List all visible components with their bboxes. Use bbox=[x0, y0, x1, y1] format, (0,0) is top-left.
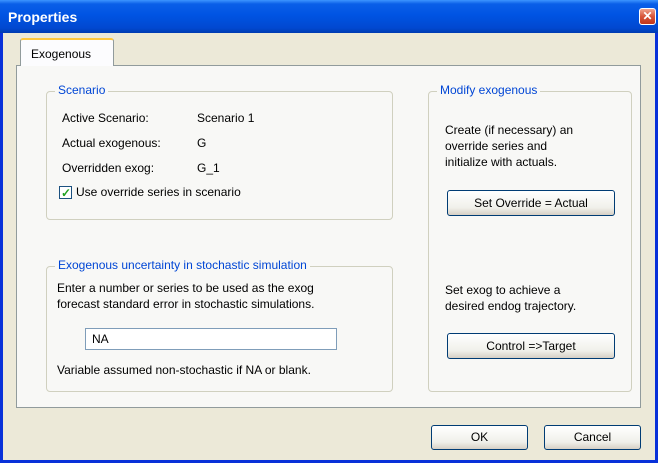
use-override-checkbox[interactable]: ✓ bbox=[59, 186, 72, 199]
scenario-group: Scenario Active Scenario: Scenario 1 Act… bbox=[46, 83, 393, 220]
set-override-button[interactable]: Set Override = Actual bbox=[447, 190, 615, 216]
properties-dialog: Properties ✕ Exogenous Scenario Active S… bbox=[0, 0, 658, 463]
set-exog-desc-line1: Set exog to achieve a bbox=[445, 283, 561, 297]
create-override-desc-line3: initialize with actuals. bbox=[445, 155, 558, 169]
checkmark-icon: ✓ bbox=[61, 186, 72, 200]
uncertainty-desc-line2: forecast standard error in stochastic si… bbox=[57, 297, 315, 311]
non-stochastic-note: Variable assumed non-stochastic if NA or… bbox=[57, 363, 311, 377]
actual-exogenous-label: Actual exogenous: bbox=[62, 136, 161, 150]
tab-panel: Scenario Active Scenario: Scenario 1 Act… bbox=[16, 65, 641, 408]
use-override-label[interactable]: Use override series in scenario bbox=[76, 185, 241, 199]
active-scenario-value: Scenario 1 bbox=[197, 111, 255, 125]
window-title: Properties bbox=[8, 9, 78, 25]
uncertainty-group: Exogenous uncertainty in stochastic simu… bbox=[46, 258, 393, 392]
control-target-button[interactable]: Control =>Target bbox=[447, 333, 615, 359]
ok-button[interactable]: OK bbox=[431, 425, 528, 450]
scenario-group-title: Scenario bbox=[55, 83, 109, 97]
overridden-exog-value: G_1 bbox=[197, 161, 220, 175]
uncertainty-desc-line1: Enter a number or series to be used as t… bbox=[57, 281, 314, 295]
overridden-exog-label: Overridden exog: bbox=[62, 161, 155, 175]
tab-exogenous[interactable]: Exogenous bbox=[20, 38, 114, 66]
modify-exogenous-title: Modify exogenous bbox=[437, 83, 541, 97]
title-bar: Properties ✕ bbox=[0, 0, 658, 33]
cancel-button[interactable]: Cancel bbox=[544, 425, 641, 450]
active-scenario-label: Active Scenario: bbox=[62, 111, 149, 125]
std-error-input[interactable]: NA bbox=[85, 328, 337, 350]
create-override-desc-line2: override series and bbox=[445, 139, 548, 153]
close-icon: ✕ bbox=[642, 9, 653, 23]
set-exog-desc-line2: desired endog trajectory. bbox=[445, 299, 577, 313]
actual-exogenous-value: G bbox=[197, 136, 207, 150]
create-override-desc-line1: Create (if necessary) an bbox=[445, 123, 574, 137]
modify-exogenous-group: Modify exogenous Create (if necessary) a… bbox=[428, 83, 632, 392]
uncertainty-group-title: Exogenous uncertainty in stochastic simu… bbox=[55, 258, 310, 272]
close-button[interactable]: ✕ bbox=[639, 8, 656, 25]
tab-label: Exogenous bbox=[31, 47, 92, 61]
